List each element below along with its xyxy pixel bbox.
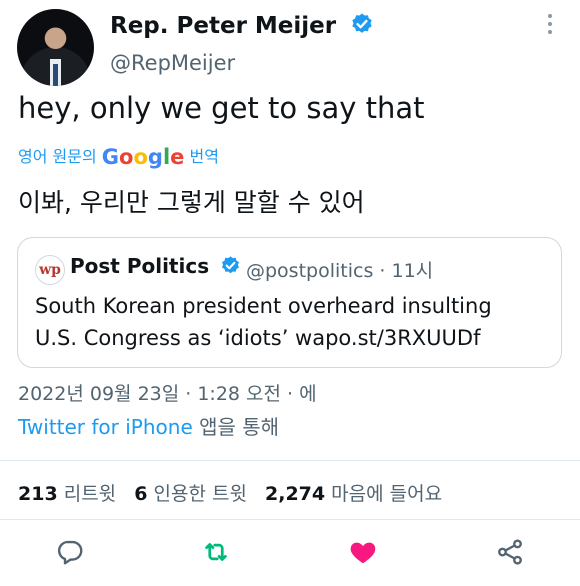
author-avatar[interactable] — [17, 9, 94, 86]
quoted-text: South Korean president overheard insulti… — [35, 290, 555, 354]
share-icon[interactable] — [495, 537, 525, 567]
tweet-timestamp[interactable]: 2022년 09월 23일 · 1:28 오전 · 에 — [18, 379, 317, 406]
translate-suffix: 번역 — [189, 147, 219, 166]
heart-icon[interactable] — [348, 537, 378, 567]
translate-prefix: 영어 원문의 — [18, 147, 97, 166]
divider — [0, 460, 580, 461]
quoted-separator: · — [379, 260, 386, 282]
source-via: 앱을 통해 — [199, 415, 280, 439]
retweet-icon[interactable] — [201, 537, 231, 567]
more-vertical-icon[interactable] — [545, 14, 555, 44]
avatar-tie — [53, 64, 58, 86]
reply-icon[interactable] — [55, 537, 85, 567]
quoted-time[interactable]: 11시 — [392, 260, 434, 282]
quoted-author-avatar[interactable]: wp — [35, 255, 65, 285]
likes-stat[interactable]: 2,274 마음에 들어요 — [265, 483, 442, 505]
quoted-meta: @postpolitics · 11시 — [246, 256, 433, 283]
tweet-source: Twitter for iPhone 앱을 통해 — [18, 411, 279, 440]
action-bar — [0, 533, 580, 573]
translated-text: 이봐, 우리만 그렇게 말할 수 있어 — [18, 188, 365, 217]
translate-link[interactable]: 영어 원문의 Google 번역 — [18, 143, 219, 169]
verified-badge-icon — [352, 13, 372, 33]
author-name[interactable]: Rep. Peter Meijer — [110, 12, 374, 39]
retweets-stat[interactable]: 213 리트윗 — [18, 483, 116, 505]
quoted-author-name[interactable]: Post Politics — [70, 254, 241, 278]
quoted-handle[interactable]: @postpolitics — [246, 260, 373, 282]
quoted-text-line: South Korean president overheard insulti… — [35, 294, 492, 318]
quotes-stat[interactable]: 6 인용한 트윗 — [134, 483, 247, 505]
author-handle[interactable]: @RepMeijer — [110, 51, 235, 75]
verified-badge-icon — [222, 256, 240, 274]
divider — [0, 519, 580, 520]
quoted-author-name-text: Post Politics — [70, 254, 210, 278]
tweet-text: hey, only we get to say that — [18, 91, 425, 125]
engagement-stats: 213 리트윗 6 인용한 트윗 2,274 마음에 들어요 — [18, 479, 442, 506]
author-name-text: Rep. Peter Meijer — [110, 13, 337, 39]
source-app-link[interactable]: Twitter for iPhone — [18, 415, 193, 439]
google-logo: Google — [101, 145, 185, 169]
quoted-text-line[interactable]: U.S. Congress as ‘idiots’ wapo.st/3RXUUD… — [35, 322, 555, 354]
